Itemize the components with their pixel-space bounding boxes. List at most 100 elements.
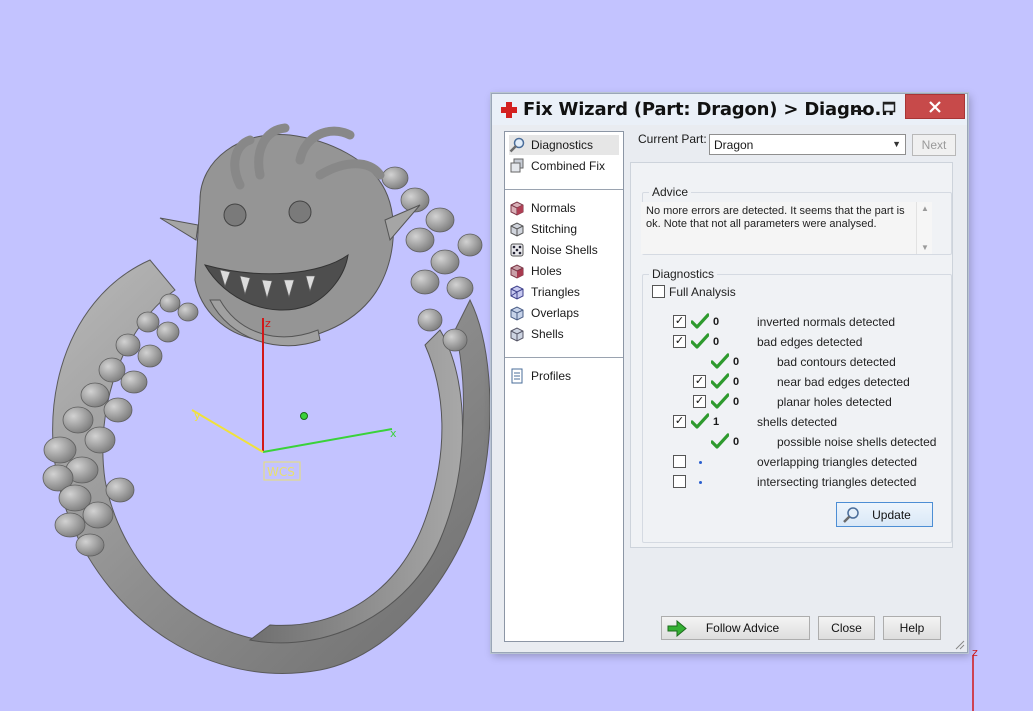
pending-dot-icon	[699, 481, 702, 484]
red-cross-icon	[501, 102, 517, 118]
green-check-icon	[691, 313, 709, 329]
nav-separator	[505, 189, 623, 190]
advice-legend: Advice	[652, 185, 689, 199]
update-button[interactable]: Update	[836, 502, 933, 527]
green-check-icon	[711, 433, 729, 449]
nav-item-label: Combined Fix	[531, 159, 606, 173]
y-axis-label: y	[194, 409, 201, 422]
update-label: Update	[872, 507, 911, 522]
advice-textbox[interactable]: No more errors are detected. It seems th…	[641, 202, 932, 254]
corner-z-label: z	[972, 646, 978, 659]
diagnostic-row: 0 possible noise shells detected	[672, 433, 952, 451]
diagnostic-count: 0	[733, 356, 740, 368]
scroll-up-icon[interactable]: ▲	[921, 204, 929, 213]
nav-item-label: Diagnostics	[531, 138, 594, 152]
close-dialog-button[interactable]: Close	[818, 616, 875, 640]
nav-item-diagnostics[interactable]: Diagnostics	[509, 135, 619, 155]
diagnostic-count: 1	[713, 416, 720, 428]
green-check-icon	[711, 393, 729, 409]
full-analysis-option[interactable]: Full Analysis	[652, 283, 772, 301]
help-button[interactable]: Help	[883, 616, 941, 640]
close-icon	[929, 100, 941, 113]
stitching-cube-icon	[510, 222, 524, 237]
combined-fix-icon	[510, 158, 524, 173]
diagnostic-row: ✓ 1 shells detected	[672, 413, 952, 431]
triangles-cube-icon	[510, 285, 524, 300]
diagnostic-checkbox[interactable]	[673, 475, 686, 488]
diagnostic-checkbox[interactable]: ✓	[693, 375, 706, 388]
fix-wizard-window: Fix Wizard (Part: Dragon) > Diagno... Di…	[491, 93, 968, 653]
diagnostic-row: intersecting triangles detected	[672, 473, 952, 491]
next-button[interactable]: Next	[912, 134, 956, 156]
diagnostic-checkbox[interactable]: ✓	[693, 395, 706, 408]
scroll-down-icon[interactable]: ▼	[921, 243, 929, 252]
document-icon	[511, 368, 523, 384]
diagnostic-row: ✓ 0 bad edges detected	[672, 333, 952, 351]
advice-text: No more errors are detected. It seems th…	[646, 205, 905, 230]
x-axis-label: x	[390, 427, 397, 440]
magnifier-icon	[843, 507, 859, 523]
nav-item-label: Stitching	[531, 222, 578, 236]
diagnostic-checkbox[interactable]	[673, 455, 686, 468]
pivot-point[interactable]	[300, 412, 308, 420]
current-part-select[interactable]: Dragon ▼	[709, 134, 906, 155]
diagnostic-checkbox[interactable]: ✓	[673, 415, 686, 428]
close-button[interactable]	[905, 94, 965, 119]
green-check-icon	[691, 333, 709, 349]
diagnostic-row: ✓ 0 inverted normals detected	[672, 313, 952, 331]
resize-grip-icon[interactable]	[955, 640, 965, 650]
full-analysis-label: Full Analysis	[669, 285, 736, 299]
diagnostic-count: 0	[733, 376, 740, 388]
diagnostic-checkbox[interactable]: ✓	[673, 335, 686, 348]
nav-item-triangles[interactable]: Triangles	[509, 282, 580, 302]
advice-scrollbar[interactable]: ▲ ▼	[916, 202, 932, 254]
nav-item-overlaps[interactable]: Overlaps	[509, 303, 579, 323]
green-check-icon	[711, 373, 729, 389]
nav-item-shells[interactable]: Shells	[509, 324, 564, 344]
diagnostic-row: ✓ 0 near bad edges detected	[672, 373, 952, 391]
nav-item-noise-shells[interactable]: Noise Shells	[509, 240, 598, 260]
diagnostic-row: ✓ 0 planar holes detected	[672, 393, 952, 411]
nav-item-label: Normals	[531, 201, 576, 215]
diagnostic-count: 0	[713, 316, 720, 328]
title-bar[interactable]: Fix Wizard (Part: Dragon) > Diagno...	[492, 94, 967, 125]
nav-item-label: Holes	[531, 264, 562, 278]
nav-item-normals[interactable]: Normals	[509, 198, 576, 218]
minimize-icon	[851, 109, 863, 112]
diagnostic-label: intersecting triangles detected	[757, 475, 917, 489]
diagnostic-label: inverted normals detected	[757, 315, 896, 329]
diagnostic-label: overlapping triangles detected	[757, 455, 918, 469]
maximize-button[interactable]	[876, 94, 902, 119]
nav-item-combined-fix[interactable]: Combined Fix	[509, 156, 605, 176]
diagnostic-label: bad edges detected	[757, 335, 863, 349]
maximize-icon	[882, 101, 896, 112]
overlaps-cube-icon	[510, 306, 524, 321]
chevron-down-icon: ▼	[892, 139, 901, 149]
holes-cube-icon	[510, 264, 524, 279]
nav-item-stitching[interactable]: Stitching	[509, 219, 577, 239]
diagnostic-checkbox[interactable]: ✓	[673, 315, 686, 328]
dice-icon	[510, 243, 524, 257]
minimize-button[interactable]	[844, 94, 870, 119]
magnifier-icon	[509, 137, 525, 153]
green-arrow-icon	[667, 620, 687, 637]
window-title: Fix Wizard (Part: Dragon) > Diagno...	[523, 99, 895, 120]
shells-cube-icon	[510, 327, 524, 342]
dragon-ring-model	[42, 123, 491, 674]
z-axis-label: z	[265, 317, 271, 330]
full-analysis-checkbox[interactable]	[652, 285, 665, 298]
follow-advice-button[interactable]: Follow Advice	[661, 616, 810, 640]
corner-axis-indicator: z	[972, 646, 978, 711]
current-part-value: Dragon	[714, 138, 754, 152]
wizard-nav: Diagnostics Combined Fix Normals Stitchi…	[504, 131, 624, 642]
nav-item-label: Triangles	[531, 285, 580, 299]
current-part-label: Current Part:	[638, 132, 707, 146]
diagnostic-count: 0	[713, 336, 720, 348]
nav-item-profiles[interactable]: Profiles	[509, 366, 571, 386]
nav-item-label: Overlaps	[531, 306, 580, 320]
nav-item-holes[interactable]: Holes	[509, 261, 562, 281]
normals-cube-icon	[510, 201, 524, 216]
nav-separator	[505, 357, 623, 358]
diagnostic-row: overlapping triangles detected	[672, 453, 952, 471]
diagnostic-label: possible noise shells detected	[777, 435, 937, 449]
